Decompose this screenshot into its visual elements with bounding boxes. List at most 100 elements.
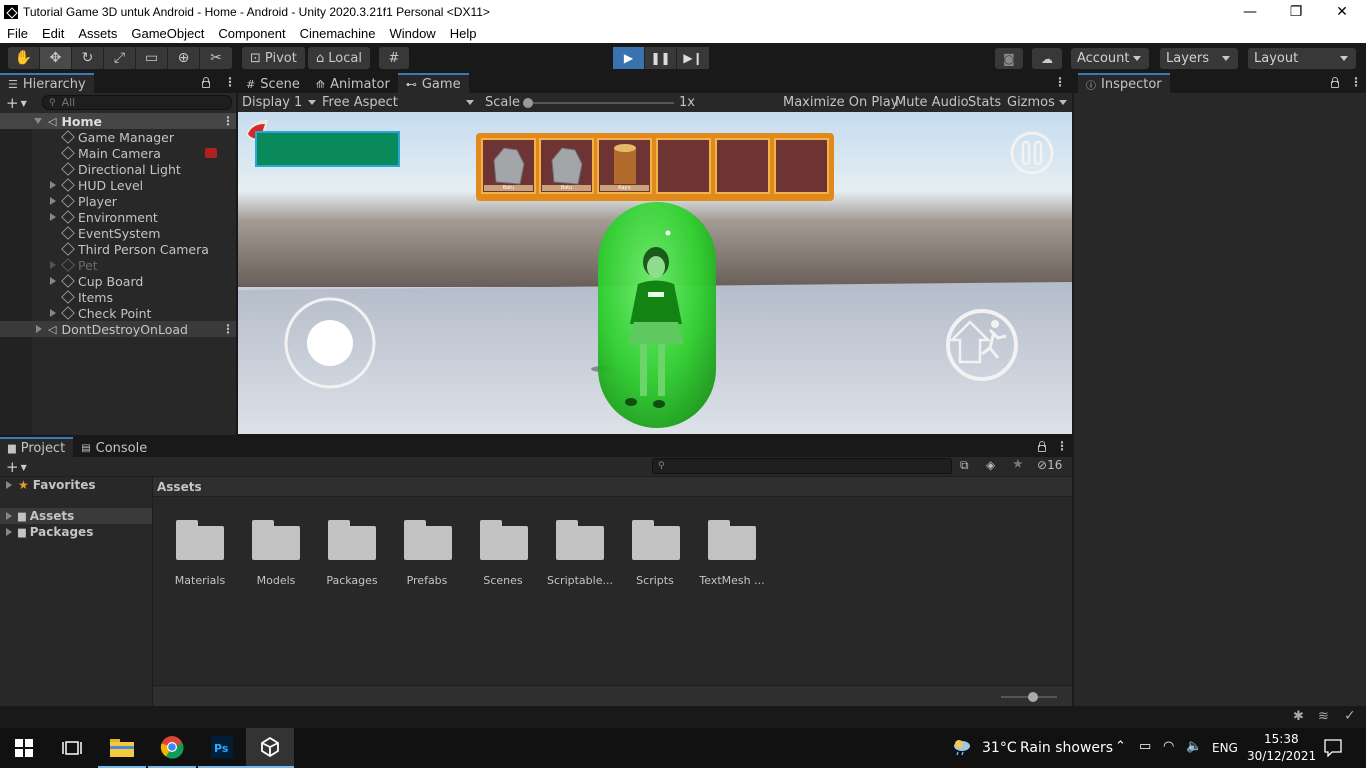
breadcrumb-assets[interactable]: Assets	[157, 480, 202, 494]
chevron-up-icon[interactable]: ⌃	[1115, 739, 1126, 754]
more-options-icon[interactable]: ⋮	[1056, 439, 1068, 453]
lock-icon[interactable]	[1331, 77, 1339, 88]
folder-materials-icon[interactable]	[176, 520, 224, 560]
tab-hierarchy[interactable]: ☰ Hierarchy	[0, 73, 94, 93]
clock-date[interactable]: 30/12/2021	[1247, 749, 1316, 763]
layers-dropdown[interactable]: Layers	[1160, 48, 1238, 69]
photoshop-icon[interactable]: Ps	[198, 728, 246, 768]
pause-game-button[interactable]	[1012, 133, 1052, 173]
tab-console[interactable]: ▤ Console	[73, 437, 156, 457]
language-indicator[interactable]: ENG	[1212, 741, 1238, 755]
bug-icon[interactable]: ✱	[1293, 709, 1304, 724]
unity-app-icon[interactable]	[246, 728, 294, 768]
gizmos-toggle[interactable]: Gizmos	[1007, 95, 1055, 110]
tree-item-assets[interactable]: ▆ Assets	[0, 508, 152, 524]
battery-icon[interactable]: ▭	[1139, 739, 1151, 754]
more-options-icon[interactable]: ⋮	[1350, 75, 1362, 89]
tab-project[interactable]: ▆ Project	[0, 437, 74, 457]
notification-icon[interactable]	[1324, 739, 1342, 760]
scene-row-home[interactable]: ◁ Home ⋮	[0, 113, 236, 129]
favorite-star-icon[interactable]: ★	[1012, 457, 1024, 472]
scene-options-icon[interactable]: ⋮	[222, 322, 234, 336]
tab-inspector[interactable]: ⓘ Inspector	[1078, 73, 1170, 93]
restore-button[interactable]: ❐	[1273, 0, 1319, 23]
hidden-packages-toggle[interactable]: ⊘ 16	[1037, 458, 1062, 472]
folder-packages-icon[interactable]	[328, 520, 376, 560]
menu-cinemachine[interactable]: Cinemachine	[293, 26, 383, 41]
wifi-icon[interactable]: ◠	[1163, 739, 1174, 754]
cache-icon[interactable]: ≋	[1318, 709, 1329, 724]
play-button[interactable]: ▶	[613, 47, 645, 69]
favorites-row[interactable]: ★ Favorites	[6, 477, 95, 493]
menu-file[interactable]: File	[0, 26, 35, 41]
chevron-down-icon[interactable]	[1059, 100, 1067, 105]
lock-icon[interactable]	[202, 77, 210, 88]
game-viewport[interactable]: Batu Batu Kayu	[238, 112, 1072, 434]
folder-prefabs-icon[interactable]	[404, 520, 452, 560]
hierarchy-item[interactable]: Check Point	[0, 305, 236, 321]
icon-size-slider-thumb[interactable]	[1028, 692, 1038, 702]
layout-dropdown[interactable]: Layout	[1248, 48, 1356, 69]
scene-options-icon[interactable]: ⋮	[222, 114, 234, 128]
move-tool-icon[interactable]: ✥	[40, 47, 72, 69]
transform-tool-icon[interactable]: ⊕	[168, 47, 200, 69]
aspect-dropdown[interactable]: Free Aspect	[322, 94, 476, 111]
pause-button[interactable]: ❚❚	[645, 47, 677, 69]
hierarchy-item[interactable]: Player	[0, 193, 236, 209]
file-explorer-icon[interactable]	[98, 728, 146, 768]
display-dropdown[interactable]: Display 1	[242, 94, 318, 111]
folder-scenes-icon[interactable]	[480, 520, 528, 560]
mute-audio-toggle[interactable]: Mute Audio	[895, 95, 969, 110]
step-button[interactable]: ▶❙	[677, 47, 709, 69]
tab-game[interactable]: ⊷ Game	[397, 73, 469, 93]
volume-icon[interactable]: 🔈	[1186, 739, 1202, 754]
hand-tool-icon[interactable]: ✋	[8, 47, 40, 69]
weather-rain-icon[interactable]	[952, 738, 972, 759]
menu-gameobject[interactable]: GameObject	[124, 26, 211, 41]
hierarchy-item[interactable]: Cup Board	[0, 273, 236, 289]
more-options-icon[interactable]: ⋮	[1054, 75, 1066, 89]
hierarchy-item[interactable]: Items	[0, 289, 236, 305]
minimize-button[interactable]: —	[1227, 0, 1273, 23]
hierarchy-item[interactable]: Game Manager	[0, 129, 236, 145]
menu-component[interactable]: Component	[211, 26, 292, 41]
account-dropdown[interactable]: Account	[1071, 48, 1149, 69]
pivot-toggle[interactable]: ⊡ Pivot	[242, 47, 305, 69]
hierarchy-item[interactable]: Third Person Camera	[0, 241, 236, 257]
weather-description[interactable]: Rain showers	[1020, 740, 1113, 756]
create-add-button[interactable]: + ▼	[6, 458, 34, 476]
scale-tool-icon[interactable]: ⤢	[104, 47, 136, 69]
hierarchy-item-disabled[interactable]: Pet	[0, 257, 236, 273]
hierarchy-item[interactable]: EventSystem	[0, 225, 236, 241]
tab-scene[interactable]: # Scene	[238, 73, 308, 93]
cloud-icon[interactable]: ☁	[1032, 48, 1062, 69]
hierarchy-item[interactable]: Environment	[0, 209, 236, 225]
folder-textmesh-icon[interactable]	[708, 520, 756, 560]
hierarchy-item[interactable]: Directional Light	[0, 161, 236, 177]
folder-models-icon[interactable]	[252, 520, 300, 560]
custom-tool-icon[interactable]: ✂	[200, 47, 232, 69]
tab-animator[interactable]: ⟰ Animator	[307, 73, 398, 93]
tree-item-packages[interactable]: ▆ Packages	[6, 524, 93, 540]
weather-temperature[interactable]: 31°C	[982, 740, 1017, 756]
menu-assets[interactable]: Assets	[71, 26, 124, 41]
local-toggle[interactable]: ⌂ Local	[308, 47, 370, 69]
task-view-icon[interactable]	[48, 728, 96, 768]
folder-scripts-icon[interactable]	[632, 520, 680, 560]
chrome-icon[interactable]	[148, 728, 196, 768]
maximize-on-play-toggle[interactable]: Maximize On Play	[783, 95, 898, 110]
create-add-button[interactable]: + ▼	[6, 94, 34, 112]
collab-icon[interactable]: ◙	[995, 48, 1023, 69]
rect-tool-icon[interactable]: ▭	[136, 47, 168, 69]
filter-label-icon[interactable]: ◈	[986, 458, 995, 472]
check-icon[interactable]: ✓	[1344, 708, 1356, 724]
hierarchy-item[interactable]: Main Camera	[0, 145, 236, 161]
more-options-icon[interactable]: ⋮	[224, 75, 236, 89]
clock-time[interactable]: 15:38	[1264, 732, 1299, 746]
hierarchy-item[interactable]: HUD Level	[0, 177, 236, 193]
folder-scriptable-icon[interactable]	[556, 520, 604, 560]
jump-button[interactable]	[948, 311, 1016, 379]
rotate-tool-icon[interactable]: ↻	[72, 47, 104, 69]
menu-window[interactable]: Window	[382, 26, 442, 41]
filter-type-icon[interactable]: ⧉	[960, 458, 969, 473]
